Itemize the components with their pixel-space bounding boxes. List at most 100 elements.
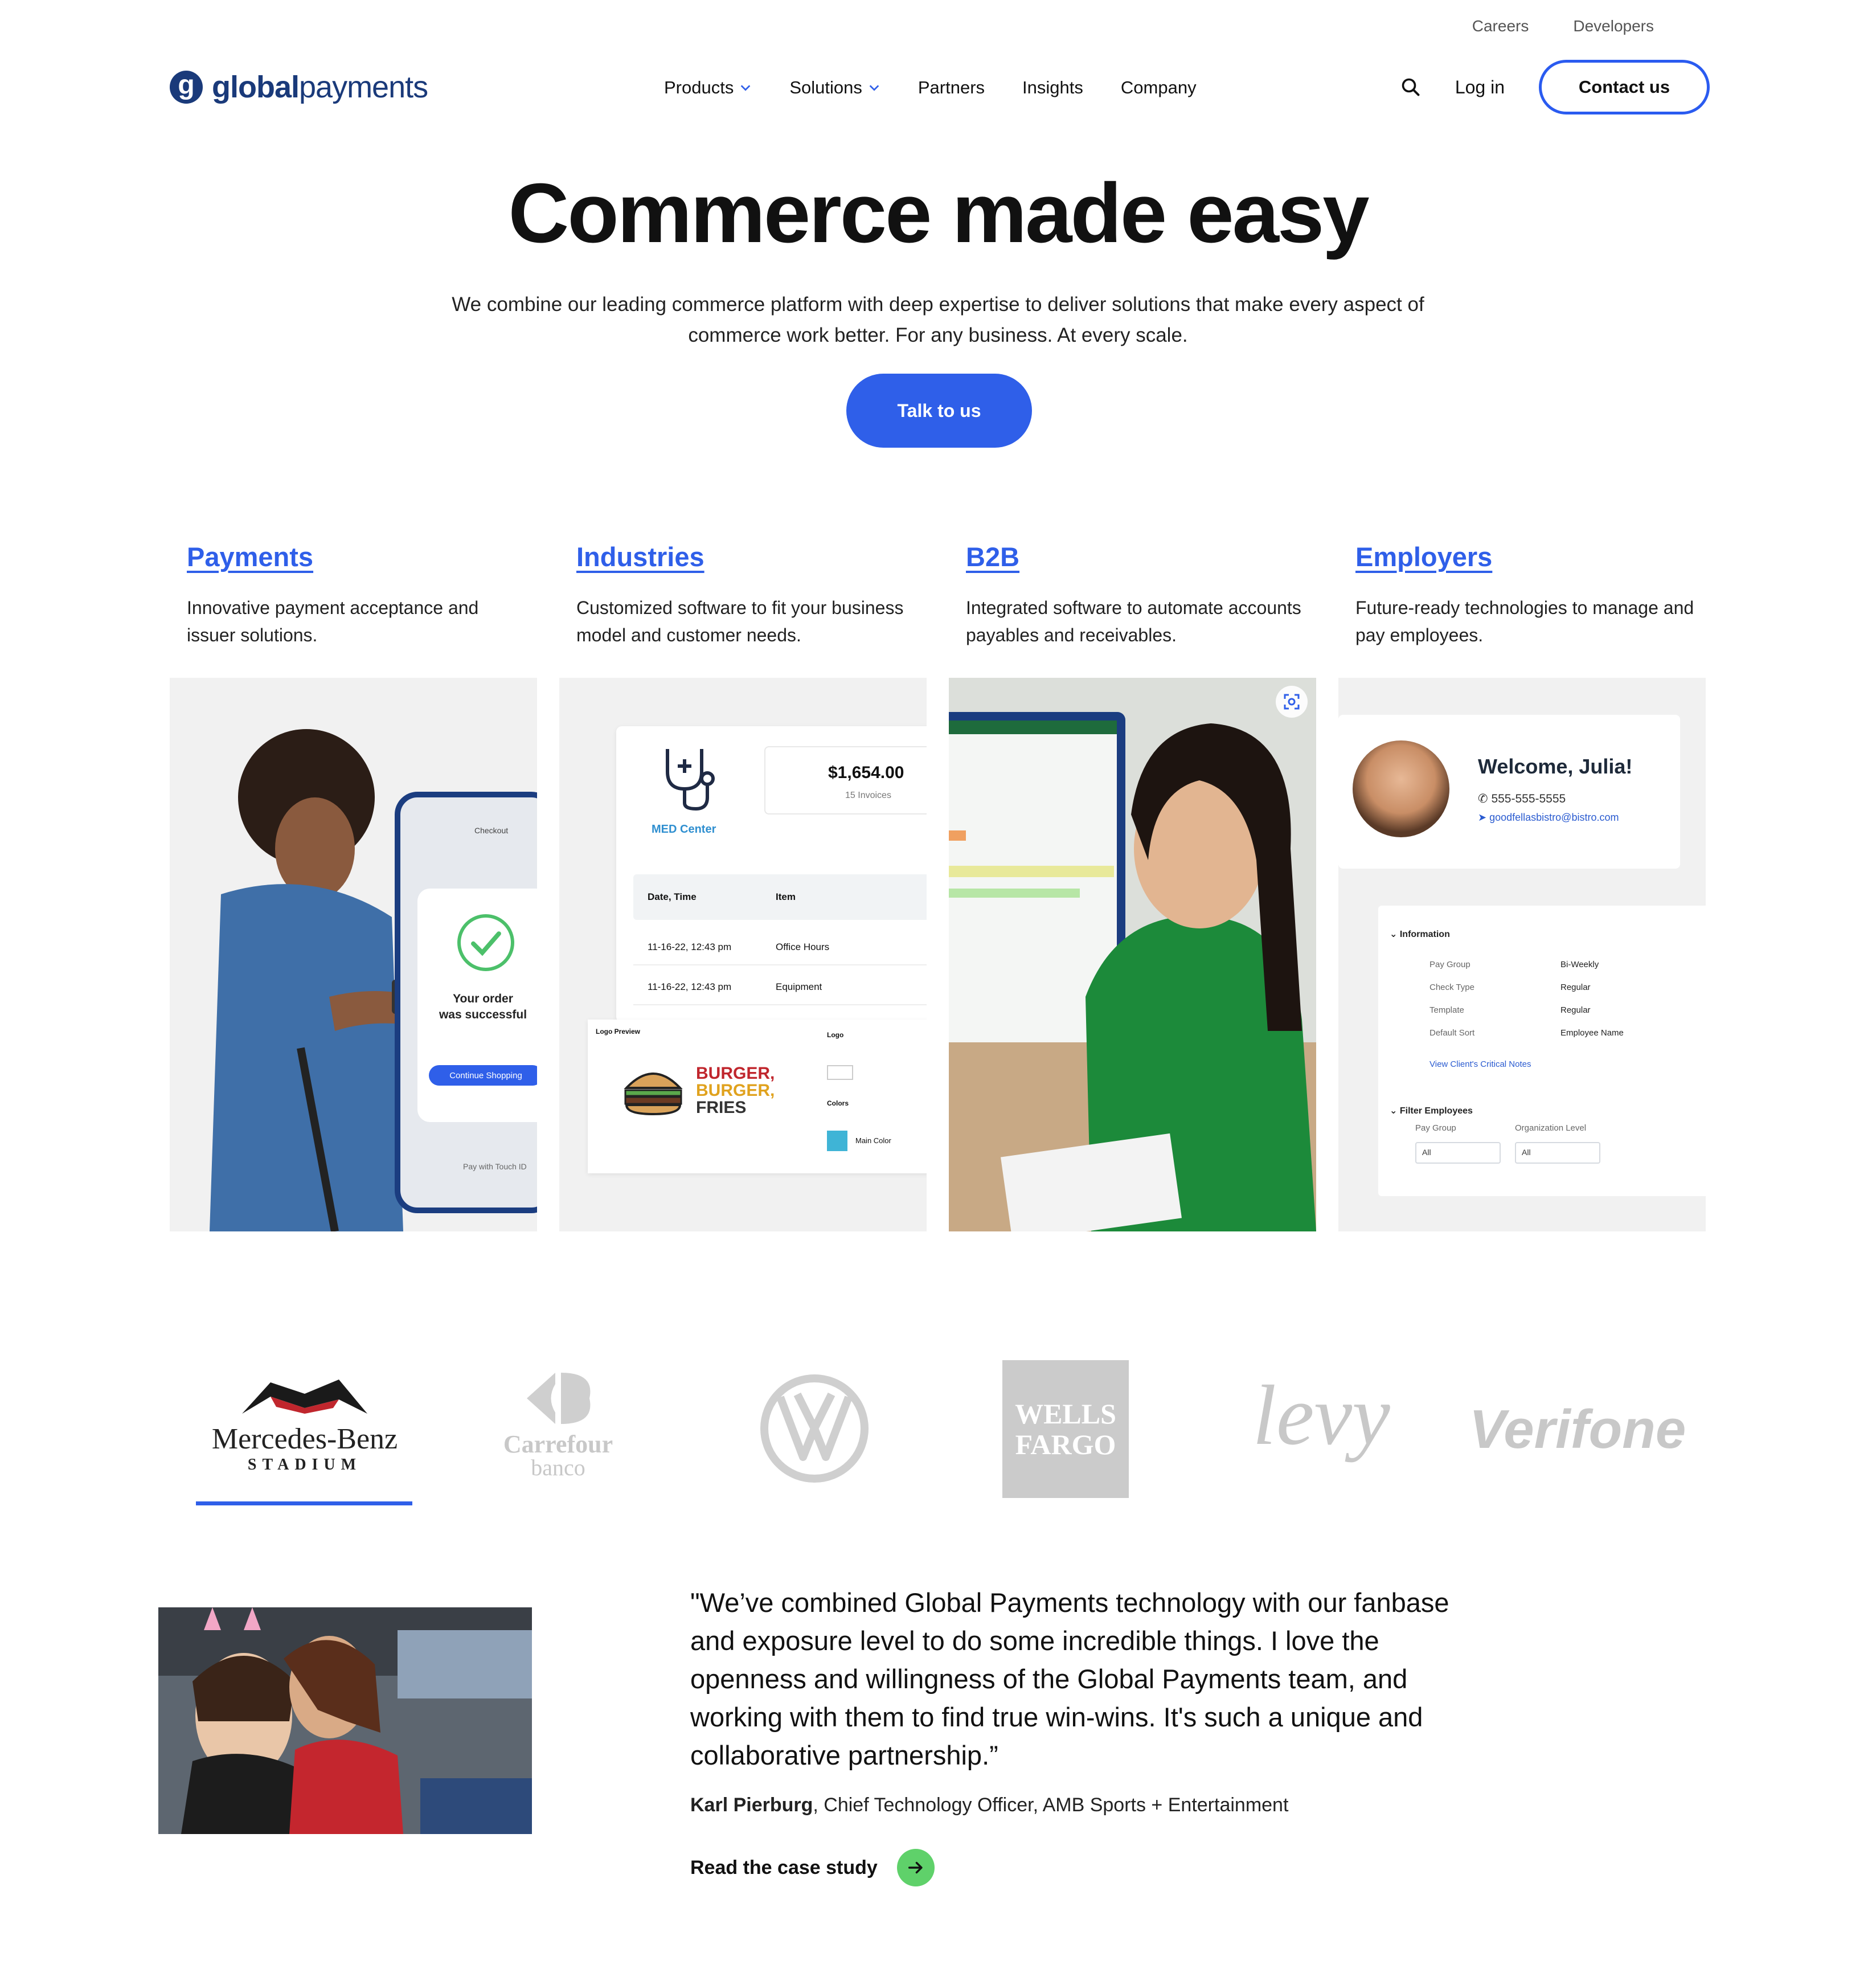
critical-notes-link: View Client's Critical Notes (1429, 1059, 1531, 1069)
carrefour-mark-icon (527, 1373, 591, 1424)
main-color-swatch (827, 1131, 847, 1151)
login-link[interactable]: Log in (1455, 77, 1505, 98)
logo-upload-box (827, 1065, 853, 1080)
carrefour-sub: banco (531, 1455, 585, 1480)
nav-item-partners[interactable]: Partners (918, 77, 985, 98)
phone-icon: ✆ (1478, 792, 1492, 805)
b2b-image (949, 678, 1316, 1231)
filter-heading-text: Filter Employees (1399, 1106, 1473, 1116)
woman-with-tablet-illustration (949, 678, 1316, 1231)
verifone-logo[interactable]: Verifone (1458, 1398, 1697, 1461)
logo-mark-letter: g (178, 70, 195, 100)
nav-label: Partners (917, 77, 985, 97)
colors-label: Colors (827, 1099, 849, 1107)
med-center-label: MED Center (652, 823, 716, 836)
carrefour-logo[interactable]: Carrefour banco (495, 1367, 621, 1479)
contact-us-button[interactable]: Contact us (1539, 60, 1710, 114)
category-title-industries[interactable]: Industries (576, 541, 704, 572)
invoice-card: MED Center $1,654.00 15 Invoices Date, T… (616, 726, 927, 1022)
read-case-study-link[interactable]: Read the case study (690, 1849, 935, 1886)
stadium-roof-icon (242, 1380, 367, 1414)
order-msg-line2: was successful (439, 1008, 527, 1021)
chevron-down-icon (869, 85, 879, 91)
search-icon[interactable] (1400, 77, 1421, 97)
logo-label: Logo (827, 1031, 844, 1039)
nav-label: Insights (1022, 77, 1083, 97)
phone-mockup: Checkout Your order was successful Conti… (395, 792, 537, 1213)
category-desc: Future-ready technologies to manage and … (1355, 597, 1694, 645)
org-level-select: All (1515, 1142, 1600, 1164)
careers-link[interactable]: Careers (1472, 17, 1529, 35)
category-payments: Payments Innovative payment acceptance a… (170, 541, 537, 1231)
mercedes-sub: STADIUM (247, 1456, 362, 1474)
category-title-b2b[interactable]: B2B (966, 541, 1019, 572)
category-title-employers[interactable]: Employers (1355, 541, 1492, 572)
mercedes-benz-stadium-logo[interactable]: Mercedes-Benz STADIUM (205, 1374, 404, 1474)
read-case-study-label: Read the case study (690, 1856, 878, 1878)
payments-image: Checkout Your order was successful Conti… (170, 678, 537, 1231)
arrow-right-icon (896, 1849, 935, 1886)
field-key: Default Sort (1429, 1028, 1475, 1038)
nav-item-products[interactable]: Products (664, 77, 752, 98)
send-icon: ➤ (1478, 812, 1490, 823)
category-industries: Industries Customized software to fit yo… (559, 541, 927, 1231)
logo-bold: global (212, 70, 300, 104)
testimonial-photo (158, 1607, 532, 1834)
volkswagen-icon (760, 1374, 869, 1483)
wells-fargo-logo[interactable]: WELLS FARGO (1002, 1360, 1129, 1498)
checkout-label: Checkout (474, 826, 509, 835)
logo-light: payments (299, 70, 428, 104)
filter-label: Organization Level (1515, 1123, 1587, 1133)
volkswagen-logo[interactable] (757, 1372, 871, 1488)
developers-link[interactable]: Developers (1573, 17, 1654, 35)
quote-author: Karl Pierburg (690, 1794, 813, 1816)
category-b2b: B2B Integrated software to automate acco… (949, 541, 1316, 1231)
talk-to-us-button[interactable]: Talk to us (846, 374, 1032, 448)
row-item: Equipment (776, 981, 822, 992)
nav-item-company[interactable]: Company (1121, 77, 1197, 98)
logo-preview-label: Logo Preview (596, 1028, 641, 1035)
burger-line: BURGER, (696, 1064, 775, 1083)
scan-icon[interactable] (1283, 693, 1300, 710)
primary-nav: Products Solutions Partners Insights Com… (664, 77, 1197, 98)
category-title-payments[interactable]: Payments (187, 541, 313, 572)
order-success-card: Your order was successful Continue Shopp… (417, 889, 537, 1122)
header-actions: Log in Contact us (1400, 60, 1710, 114)
nav-label: Company (1120, 77, 1197, 97)
welcome-card: Welcome, Julia! ✆ 555-555-5555 ➤ goodfel… (1338, 715, 1680, 869)
main-color-label: Main Color (855, 1136, 891, 1145)
logo-preview-card: Logo Preview BURGER, BURGER, FRIES Logo … (588, 1020, 927, 1173)
col-date: Date, Time (648, 891, 697, 902)
nav-item-insights[interactable]: Insights (1022, 77, 1083, 98)
phone-number: ✆ 555-555-5555 (1478, 792, 1566, 806)
chevron-down-icon: ⌄ (1390, 930, 1400, 939)
active-logo-indicator (196, 1501, 412, 1505)
order-msg-line1: Your order (453, 992, 513, 1005)
stethoscope-icon (666, 749, 715, 811)
burger-icon (624, 1073, 683, 1116)
field-key: Pay Group (1429, 960, 1471, 969)
levy-logo[interactable]: levy (1247, 1370, 1395, 1461)
email-value: goodfellasbistro@bistro.com (1489, 812, 1619, 823)
category-desc: Integrated software to automate accounts… (966, 597, 1301, 645)
mercedes-name: Mercedes-Benz (211, 1423, 398, 1455)
avatar (1353, 740, 1449, 837)
wells-text: WELLS (1015, 1398, 1116, 1430)
welcome-heading: Welcome, Julia! (1478, 755, 1633, 778)
nav-item-solutions[interactable]: Solutions (789, 77, 880, 98)
fans-at-stadium-illustration (158, 1607, 532, 1834)
information-heading: ⌄ Information (1390, 928, 1450, 940)
table-row: 11-16-22, 12:43 pm Equipment (633, 965, 927, 1005)
amount-box: $1,654.00 15 Invoices (764, 746, 927, 814)
global-payments-logo[interactable]: g globalpayments (170, 69, 428, 105)
continue-shopping-button: Continue Shopping (429, 1065, 537, 1086)
employers-image: Welcome, Julia! ✆ 555-555-5555 ➤ goodfel… (1338, 678, 1706, 1231)
burger-logo-text: BURGER, BURGER, FRIES (696, 1065, 775, 1116)
field-value: Employee Name (1560, 1028, 1624, 1038)
logo-wordmark: globalpayments (212, 69, 428, 105)
invoices-count: 15 Invoices (845, 791, 891, 800)
info-heading-text: Information (1399, 930, 1450, 939)
man-with-phone-illustration (210, 729, 420, 1231)
touch-id-label: Pay with Touch ID (463, 1162, 527, 1171)
logo-mark-icon: g (170, 71, 203, 104)
